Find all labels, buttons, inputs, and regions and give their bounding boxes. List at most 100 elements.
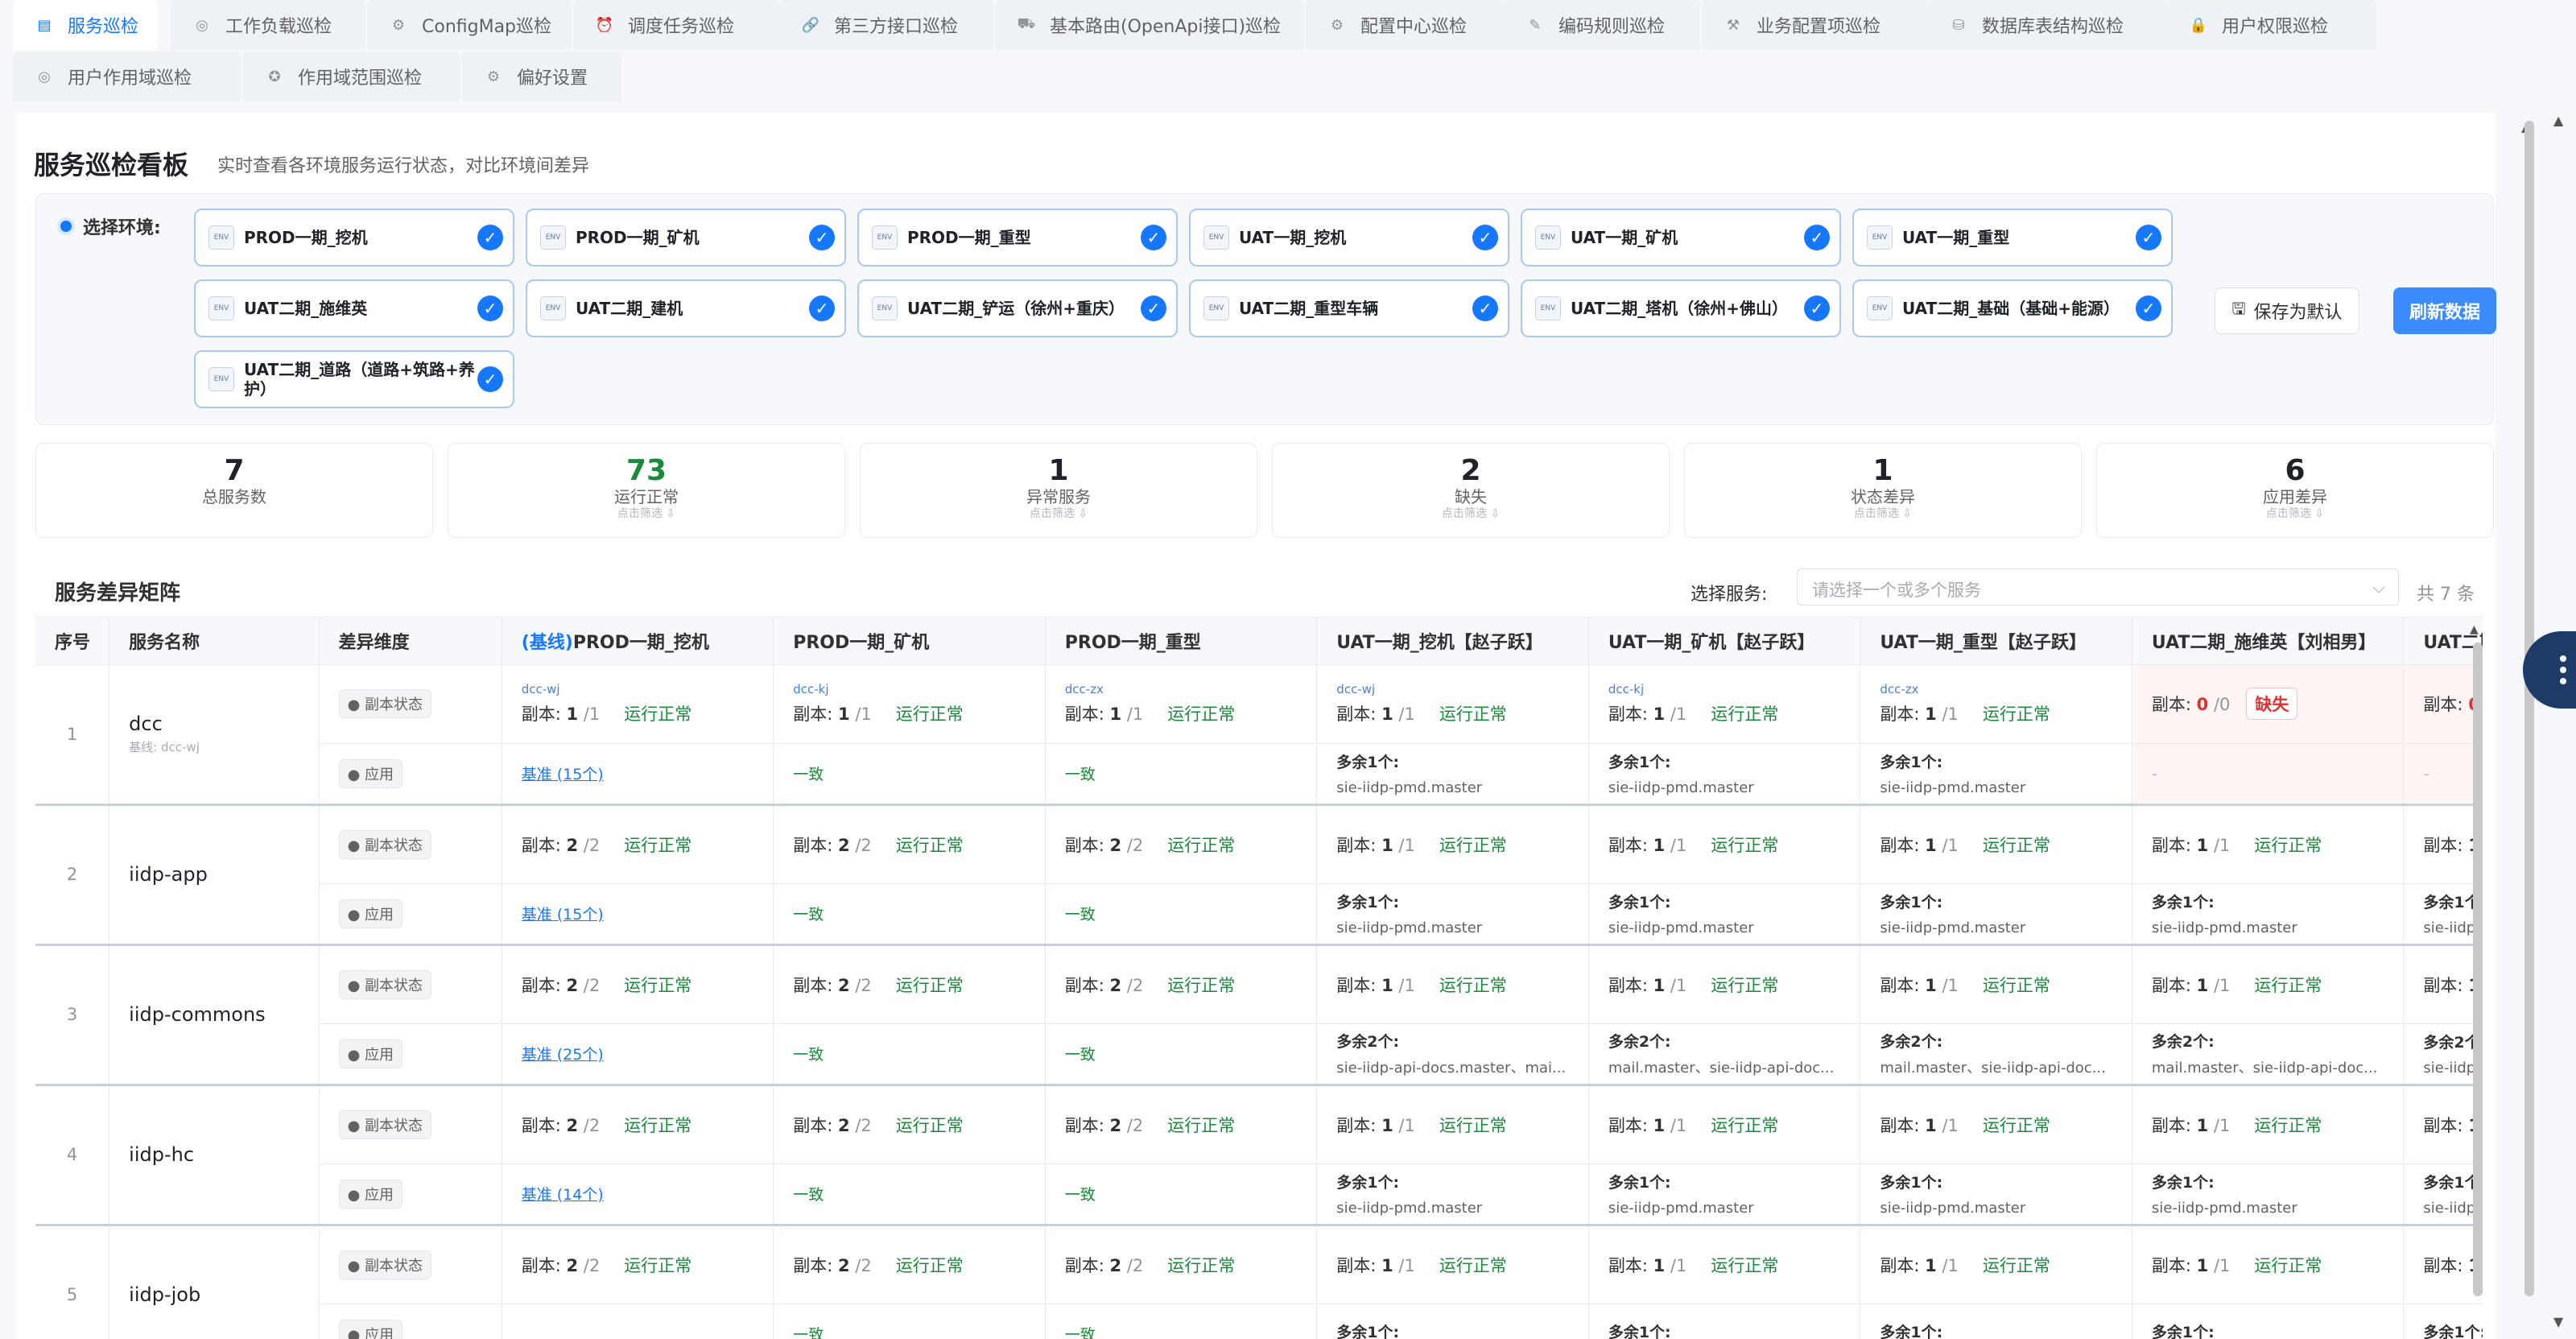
app-cell: 多余1个: sie-iidp-pmd.master	[2132, 1163, 2405, 1226]
dim-app-tag: ● 应用	[338, 1319, 403, 1339]
env-chip[interactable]: ENV UAT一期_重型 ✓	[1852, 209, 2173, 267]
stat-value: 6	[2285, 454, 2306, 487]
env-chip[interactable]: ENV UAT二期_道路（道路+筑路+养护） ✓	[194, 350, 514, 408]
tab-11[interactable]: ◎ 用户作用域巡检	[13, 52, 242, 101]
tab-6[interactable]: ⚙ 配置中心巡检	[1306, 0, 1504, 50]
replica-count: 1	[1109, 705, 1122, 724]
replica-cell: dcc-wj 副本: 1 /1 运行正常	[1316, 664, 1589, 744]
app-cell: -	[2403, 743, 2483, 806]
app-cell: 基准 (15个)	[502, 743, 774, 806]
baseline-tag: (基线)	[521, 632, 573, 653]
table-row: ● 应用 基准 (25个) 一致 一致 多余2个: sie-iidp-api-docs.m…	[35, 1023, 2483, 1086]
stat-label: 运行正常	[614, 487, 679, 506]
env-badge-icon: ENV	[1203, 296, 1229, 320]
tab-13[interactable]: ⚙ 偏好设置	[462, 52, 621, 101]
baseline-link[interactable]: 基准 (15个)	[522, 906, 604, 924]
table-row: ● 应用 一致 一致 多余1个: 多余1个: 多余1个: 多余1个: 多余1个:	[35, 1304, 2483, 1339]
tab-9[interactable]: ⛁ 数据库表结构巡检	[1927, 0, 2169, 50]
replica-status: 副本: 2 /2 运行正常	[1064, 1255, 1236, 1275]
stat-label: 应用差异	[2263, 487, 2327, 506]
save-default-button[interactable]: 🖫 保存为默认	[2215, 287, 2359, 334]
check-circle-icon: ✓	[2136, 225, 2161, 250]
env-chip[interactable]: ENV UAT二期_施维英 ✓	[194, 279, 514, 337]
tab-4[interactable]: 🔗 第三方接口巡检	[779, 0, 993, 50]
stat-card[interactable]: 1 异常服务 点击筛选 ⇩	[860, 443, 1257, 538]
tab-0[interactable]: ▤ 服务巡检	[13, 0, 158, 50]
env-chip[interactable]: ENV UAT二期_建机 ✓	[526, 279, 846, 337]
replica-cell: dcc-kj 副本: 1 /1 运行正常	[1588, 664, 1861, 744]
env-chip-label: PROD一期_矿机	[576, 228, 700, 247]
env-badge-icon: ENV	[208, 225, 234, 250]
stat-card[interactable]: 1 状态差异 点击筛选 ⇩	[1684, 443, 2082, 538]
replica-total: /1	[1398, 705, 1415, 724]
env-chip[interactable]: ENV UAT二期_铲运（徐州+重庆） ✓	[857, 279, 1178, 337]
tab-10[interactable]: 🔒 用户权限巡检	[2167, 0, 2376, 50]
baseline-link[interactable]: 基准 (25个)	[522, 1046, 604, 1064]
replica-total: /1	[1942, 705, 1959, 724]
replica-status: 副本: 1 /1运行正常	[2151, 1115, 2322, 1135]
env-chip[interactable]: ENV UAT二期_基础（基础+能源） ✓	[1852, 279, 2173, 337]
table-scrollbar[interactable]	[2473, 643, 2483, 1296]
replica-count: 2	[566, 1255, 579, 1275]
replica-count: 1	[1381, 1115, 1393, 1135]
extra-apps: 多余2个: mail.master、sie-iidp-api-doc...	[1608, 1030, 1860, 1077]
column-header: UAT一期_挖机【赵子跃】	[1316, 618, 1589, 665]
replica-cell: 副本: 1 /1运行正常	[1860, 804, 2132, 884]
replica-count: 1	[566, 705, 579, 724]
env-badge-icon: ENV	[872, 225, 898, 250]
tab-8[interactable]: ⚒ 业务配置项巡检	[1702, 0, 1929, 50]
env-chip[interactable]: ENV PROD一期_挖机 ✓	[194, 209, 514, 267]
status-running: 运行正常	[1982, 705, 2050, 724]
replica-cell: 副本: 1 /1运行正常	[1860, 1225, 2132, 1304]
baseline-link[interactable]: 基准 (15个)	[522, 766, 604, 783]
tab-label: 作用域范围巡检	[298, 68, 423, 89]
replica-status: 副本: 1 /1运行正常	[1608, 1255, 1779, 1275]
tab-2[interactable]: ⚙ ConfigMap巡检	[367, 0, 572, 50]
stat-card[interactable]: 73 运行正常 点击筛选 ⇩	[448, 443, 845, 538]
replica-total: /1	[2213, 835, 2231, 855]
env-chip[interactable]: ENV PROD一期_重型 ✓	[857, 209, 1178, 267]
replica-cell: 副本: 1 /1运行正常	[2132, 1085, 2405, 1164]
app-cell: 多余2个: mail.master、sie-iidp-api-doc...	[1588, 1023, 1861, 1086]
env-chip[interactable]: ENV UAT一期_挖机 ✓	[1189, 209, 1509, 267]
replica-total: /1	[1670, 705, 1687, 724]
tab-12[interactable]: ✪ 作用域范围巡检	[243, 52, 460, 101]
status-running: 运行正常	[2254, 1115, 2322, 1135]
page-scrollbar[interactable]	[2524, 121, 2534, 1296]
outer-scroll-down-icon[interactable]: ▼	[2553, 1314, 2563, 1329]
env-chip[interactable]: ENV UAT一期_矿机 ✓	[1521, 209, 1841, 267]
env-selector-panel: 选择环境: ENV PROD一期_挖机 ✓ ENV PROD一期_矿机 ✓ ENV PROD一…	[35, 193, 2496, 425]
extra-apps: 多余1个: sie-iidp-pmd.master	[1336, 1171, 1587, 1217]
service-name-cell: iidp-hc	[109, 1085, 320, 1226]
tab-3[interactable]: ⏰ 调度任务巡检	[573, 0, 779, 50]
extra-list: mail.master、sie-iidp-api-doc...	[2151, 1060, 2378, 1077]
extra-count: 多余1个:	[1880, 754, 1943, 771]
outer-scroll-up-icon[interactable]: ▲	[2553, 113, 2563, 128]
env-chip[interactable]: ENV PROD一期_矿机 ✓	[526, 209, 846, 267]
tab-7[interactable]: ✎ 编码规则巡检	[1504, 0, 1700, 50]
replica-total: /2	[583, 1255, 601, 1275]
baseline-link[interactable]: 基准 (14个)	[522, 1186, 604, 1204]
extra-apps: 多余1个:	[1880, 1320, 2131, 1339]
tab-label: 服务巡检	[68, 17, 139, 37]
service-select[interactable]: 请选择一个或多个服务 ⌵	[1797, 568, 2399, 605]
env-badge-icon: ENV	[872, 296, 898, 320]
replica-status: 副本: 2 /2 运行正常	[793, 975, 964, 995]
env-badge-icon: ENV	[1867, 296, 1893, 320]
status-running: 运行正常	[1711, 835, 1779, 855]
app-cell: -	[2132, 743, 2405, 806]
tab-5[interactable]: ⛟ 基本路由(OpenApi接口)巡检	[995, 0, 1304, 50]
env-chip[interactable]: ENV UAT二期_塔机（徐州+佛山） ✓	[1521, 279, 1841, 337]
stat-card[interactable]: 2 缺失 点击筛选 ⇩	[1272, 443, 1670, 538]
tab-1[interactable]: ◎ 工作负载巡检	[171, 0, 365, 50]
refresh-data-button[interactable]: 刷新数据	[2393, 287, 2496, 334]
stat-card[interactable]: 6 应用差异 点击筛选 ⇩	[2096, 443, 2494, 538]
dim-app-tag: ● 应用	[338, 899, 403, 928]
replica-status: 副本: 2 /2 运行正常	[793, 835, 964, 855]
tab-bar: ▤ 服务巡检 ◎ 工作负载巡检 ⚙ ConfigMap巡检 ⏰ 调度任务巡检 🔗 第三方接口巡检 ⛟…	[13, 0, 2380, 108]
pod-name: dcc-wj	[1336, 682, 1376, 696]
row-seq: 3	[35, 944, 110, 1086]
env-chip[interactable]: ENV UAT二期_重型车辆 ✓	[1189, 279, 1509, 337]
table-scroll-up-icon[interactable]: ▲	[2470, 623, 2479, 636]
replica-count: 2	[838, 1255, 850, 1275]
